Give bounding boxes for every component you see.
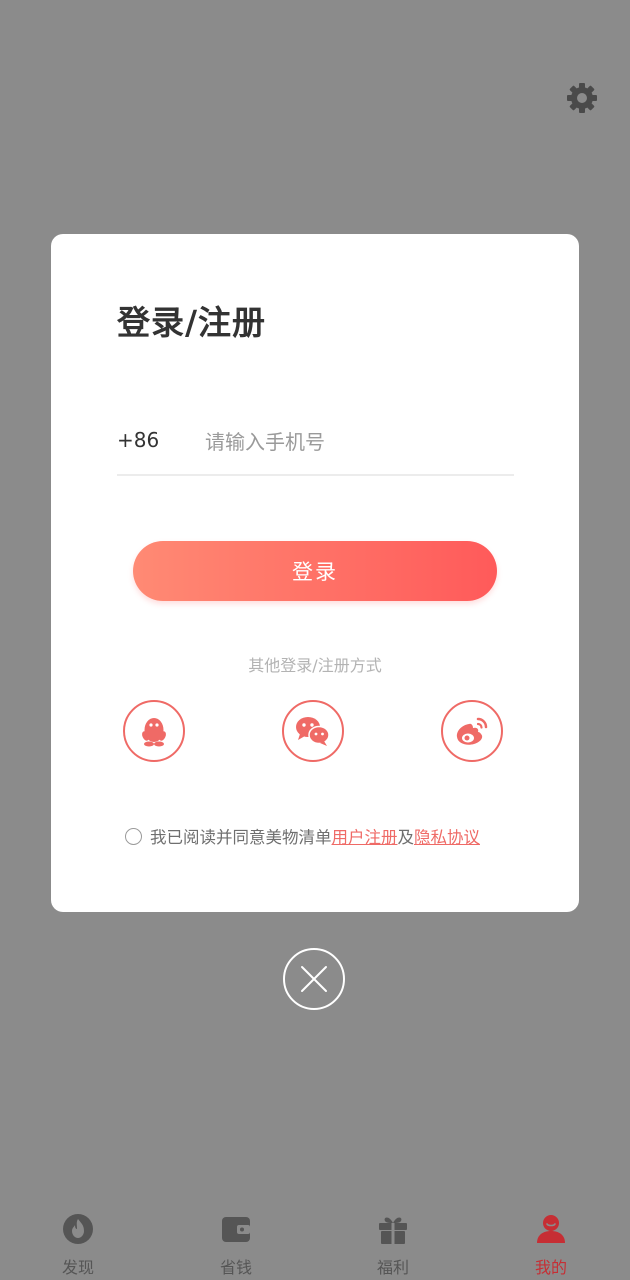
gear-icon <box>567 83 597 113</box>
tab-label: 福利 <box>376 1258 409 1277</box>
phone-row: +86 <box>117 420 514 476</box>
user-terms-link[interactable]: 用户注册 <box>332 824 398 848</box>
qq-login-button[interactable] <box>123 700 185 762</box>
tab-label: 省钱 <box>219 1258 252 1277</box>
close-icon <box>301 966 327 992</box>
tab-welfare[interactable]: 福利 <box>343 1212 443 1278</box>
user-icon <box>537 1215 565 1243</box>
flame-icon <box>63 1214 93 1244</box>
wechat-login-button[interactable] <box>282 700 344 762</box>
dialog-title: 登录/注册 <box>117 303 267 342</box>
agreement-text: 我已阅读并同意美物清单 <box>150 828 332 847</box>
tab-mine[interactable]: 我的 <box>501 1212 601 1278</box>
other-methods-label: 其他登录/注册方式 <box>248 656 382 675</box>
wallet-icon <box>222 1217 250 1242</box>
agreement-row: 我已阅读并同意美物清单 用户注册 及 隐私协议 <box>125 824 480 848</box>
tab-label: 我的 <box>534 1258 567 1277</box>
close-button[interactable] <box>283 948 345 1010</box>
country-code[interactable]: +86 <box>117 428 159 452</box>
tab-discover[interactable]: 发现 <box>28 1212 128 1278</box>
tab-label: 发现 <box>61 1258 94 1277</box>
agreement-connector: 及 <box>397 828 415 847</box>
bottom-tab-bar: 发现 省钱 福利 我的 <box>0 1200 630 1280</box>
tab-save[interactable]: 省钱 <box>186 1212 286 1278</box>
login-dialog: 登录/注册 +86 登录 其他登录/注册方式 <box>51 234 579 912</box>
gift-icon <box>379 1217 407 1244</box>
settings-button[interactable] <box>564 80 600 116</box>
agreement-checkbox[interactable] <box>125 827 142 845</box>
phone-input[interactable] <box>205 422 505 462</box>
weibo-icon <box>456 717 488 745</box>
wechat-icon <box>296 717 330 746</box>
privacy-link[interactable]: 隐私协议 <box>414 824 480 848</box>
qq-icon <box>142 718 166 747</box>
weibo-login-button[interactable] <box>441 700 503 762</box>
login-button[interactable]: 登录 <box>133 541 497 601</box>
